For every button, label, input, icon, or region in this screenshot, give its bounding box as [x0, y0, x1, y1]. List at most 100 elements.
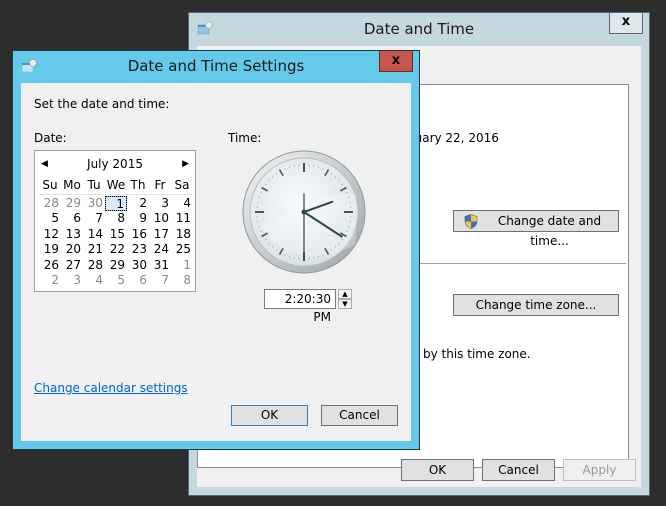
calendar-day[interactable]: 7 [83, 211, 105, 227]
minute-dot [322, 254, 324, 256]
date-label: Date: [34, 131, 67, 145]
calendar-week: 2345678 [39, 273, 193, 289]
calendar-day[interactable]: 25 [171, 242, 193, 258]
cancel-button[interactable]: Cancel [321, 405, 398, 426]
calendar-day[interactable]: 2 [127, 196, 149, 212]
minute-dot [268, 242, 270, 245]
minute-dot [349, 221, 351, 223]
minute-dot [308, 164, 310, 166]
calendar-day[interactable]: 20 [61, 242, 83, 258]
calendar-day[interactable]: 13 [61, 227, 83, 243]
ok-button[interactable]: OK [231, 405, 308, 426]
calendar-day[interactable]: 28 [39, 196, 61, 212]
calendar-day[interactable]: 8 [171, 273, 193, 289]
dialog-client: Set the date and time: Date: Time: ◀ Jul… [21, 83, 411, 441]
calendar-day[interactable]: 14 [83, 227, 105, 243]
change-time-zone-button[interactable]: Change time zone... [453, 294, 619, 316]
calendar-month-label[interactable]: July 2015 [35, 157, 195, 171]
calendar-day[interactable]: 6 [61, 211, 83, 227]
cancel-button[interactable]: Cancel [482, 459, 555, 481]
calendar-day[interactable]: 4 [171, 196, 193, 212]
time-input[interactable]: 2:20:30 PM [264, 289, 336, 324]
minute-dot [284, 168, 286, 170]
weekday-label: Fr [154, 178, 166, 192]
dialog-title: Date and Time Settings [127, 57, 305, 75]
calendar-day[interactable]: 19 [39, 242, 61, 258]
minute-dot [256, 216, 258, 218]
close-button[interactable]: x [379, 51, 413, 72]
calendar-day[interactable]: 5 [105, 273, 127, 289]
calendar-day[interactable]: 26 [39, 258, 61, 274]
minute-dot [256, 206, 258, 208]
calendar-day[interactable]: 31 [149, 258, 171, 274]
calendar-day[interactable]: 29 [105, 258, 127, 274]
minute-dot [271, 246, 274, 248]
minute-dot [308, 258, 310, 260]
chevron-up-icon: ▲ [342, 290, 348, 298]
calendar-day[interactable]: 7 [149, 273, 171, 289]
minute-dot [313, 165, 315, 167]
calendar-day[interactable]: 5 [39, 211, 61, 227]
minute-dot [338, 242, 340, 245]
ok-button[interactable]: OK [401, 459, 474, 481]
calendar-day[interactable]: 9 [127, 211, 149, 227]
weekday-label: We [106, 178, 126, 192]
window-title: Date and Time [363, 20, 475, 38]
calendar-day[interactable]: 17 [149, 227, 171, 243]
calendar-week: 5 6 7 8 9 10 11 [39, 211, 193, 227]
time-label: Time: [228, 131, 262, 145]
close-button[interactable]: x [609, 13, 643, 34]
calendar-day[interactable]: 21 [83, 242, 105, 258]
calendar-day[interactable]: 18 [171, 227, 193, 243]
calendar-day[interactable]: 8 [105, 211, 127, 227]
minute-dot [348, 225, 350, 228]
change-date-time-label: Change date and time... [497, 214, 602, 248]
minute-dot [317, 166, 320, 168]
minute-dot [271, 176, 274, 178]
minute-dot [260, 192, 262, 194]
calendar-day[interactable]: 4 [83, 273, 105, 289]
minute-dot [341, 183, 343, 185]
minute-dot [334, 176, 337, 178]
minute-dot [257, 221, 259, 223]
calendar-day[interactable]: 30 [127, 258, 149, 274]
calendar-day[interactable]: 3 [61, 273, 83, 289]
calendar-day[interactable]: 29 [61, 196, 83, 212]
minute-dot [288, 166, 291, 168]
minute-dot [260, 230, 262, 232]
time-down-button[interactable]: ▼ [338, 299, 352, 309]
minute-dot [313, 257, 315, 259]
minute-dot [293, 165, 295, 167]
calendar-day[interactable]: 10 [149, 211, 171, 227]
calendar-day[interactable]: 12 [39, 227, 61, 243]
minute-dot [346, 192, 348, 194]
calendar-day[interactable]: 27 [61, 258, 83, 274]
calendar-day[interactable]: 3 [149, 196, 171, 212]
calendar-day[interactable]: 15 [105, 227, 127, 243]
calendar-day-selected[interactable]: 1 [105, 195, 127, 211]
minute-dot [331, 173, 333, 175]
calendar-day[interactable]: 16 [127, 227, 149, 243]
minute-dot [293, 257, 295, 259]
change-date-time-button[interactable]: Change date and time... [453, 210, 619, 248]
next-month-icon[interactable]: ▶ [182, 159, 189, 169]
minute-dot [257, 201, 259, 203]
calendar-day[interactable]: 1 [171, 258, 193, 274]
calendar-day[interactable]: 22 [105, 242, 127, 258]
minute-dot [331, 249, 333, 251]
calendar-day[interactable]: 11 [171, 211, 193, 227]
calendar-day[interactable]: 23 [127, 242, 149, 258]
calendar-day[interactable]: 30 [83, 196, 105, 212]
calendar-day[interactable]: 24 [149, 242, 171, 258]
change-calendar-settings-link[interactable]: Change calendar settings [34, 381, 188, 395]
minute-dot [284, 254, 286, 256]
calendar[interactable]: ◀ July 2015 ▶ Su Mo Tu We Th Fr Sa 28 29 30 1 2 3 4 5 6… [34, 150, 196, 292]
clock-center [301, 209, 307, 215]
apply-button[interactable]: Apply [563, 459, 636, 481]
minute-dot [317, 256, 320, 258]
calendar-day[interactable]: 28 [83, 258, 105, 274]
time-up-button[interactable]: ▲ [338, 289, 352, 299]
minute-dot [334, 246, 337, 248]
calendar-day[interactable]: 6 [127, 273, 149, 289]
calendar-day[interactable]: 2 [39, 273, 61, 289]
